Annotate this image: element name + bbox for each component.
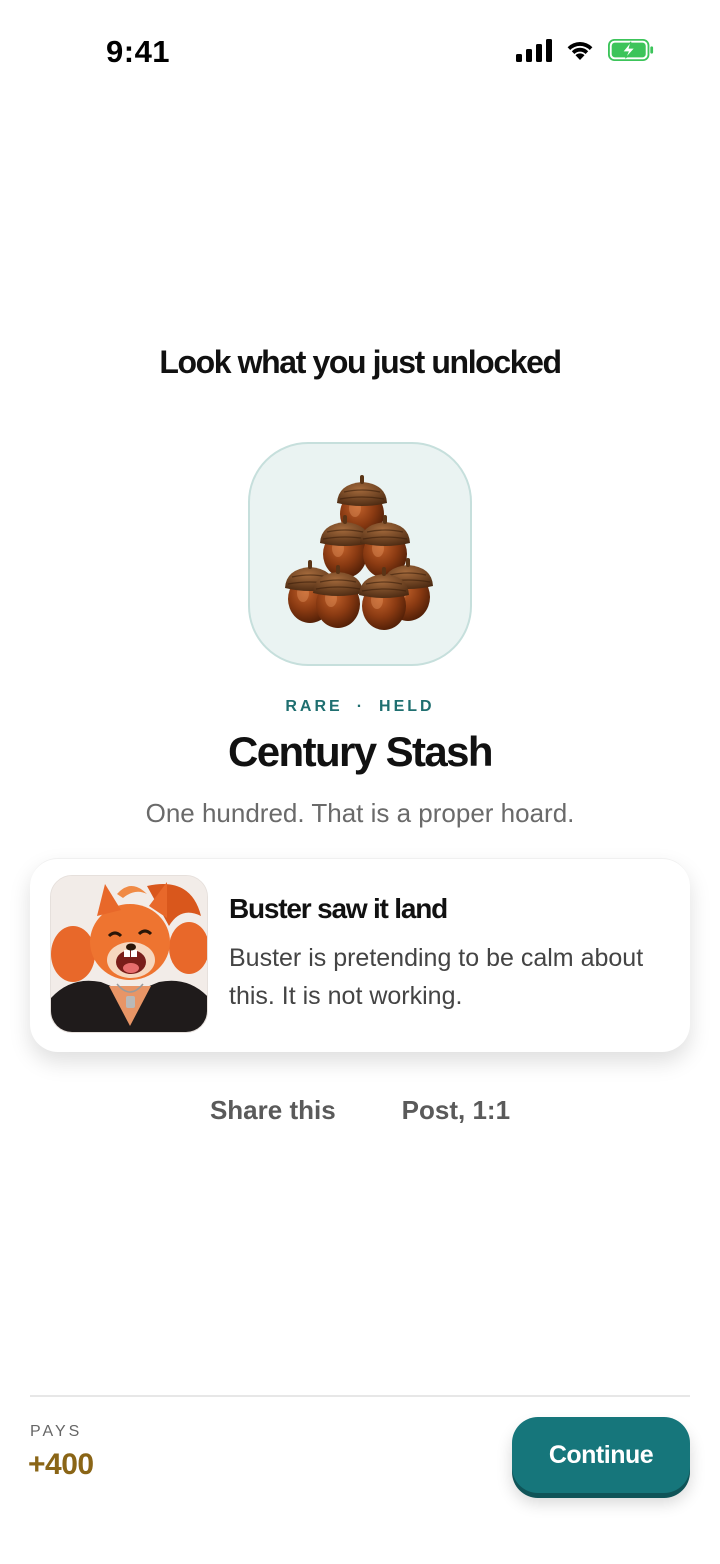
status-icons — [516, 38, 654, 62]
continue-button[interactable]: Continue — [512, 1417, 690, 1493]
achievement-meta: RARE · HELD — [0, 698, 720, 716]
footer-divider — [30, 1395, 690, 1397]
post-square-link[interactable]: Post, 1:1 — [402, 1095, 510, 1126]
achievement-badge — [248, 442, 472, 666]
battery-charging-icon — [608, 38, 654, 62]
buster-avatar — [50, 875, 208, 1033]
share-row: Share this Post, 1:1 — [0, 1095, 720, 1126]
cellular-signal-icon — [516, 38, 552, 62]
meta-separator: · — [356, 698, 366, 715]
rarity-label: RARE — [285, 698, 343, 715]
status-time: 9:41 — [106, 34, 171, 69]
pays-label: PAYS — [30, 1423, 83, 1440]
achievement-title: Century Stash — [228, 728, 494, 775]
reaction-title: Buster saw it land — [229, 893, 448, 924]
state-label: HELD — [379, 698, 435, 715]
share-this-link[interactable]: Share this — [210, 1095, 336, 1126]
page-title: Look what you just unlocked — [159, 344, 562, 380]
wifi-icon — [567, 42, 593, 60]
status-bar: 9:41 — [0, 0, 720, 100]
pays-value: +400 — [28, 1448, 94, 1481]
achievement-description: One hundred. That is a proper hoard. — [145, 798, 575, 828]
squirrel-mascot-icon — [51, 876, 207, 1032]
reaction-card: Buster saw it land Buster is pretending … — [30, 858, 690, 1052]
acorn-pile-icon — [284, 474, 434, 631]
reaction-body: Buster is pretending to be calm about th… — [229, 944, 644, 1010]
